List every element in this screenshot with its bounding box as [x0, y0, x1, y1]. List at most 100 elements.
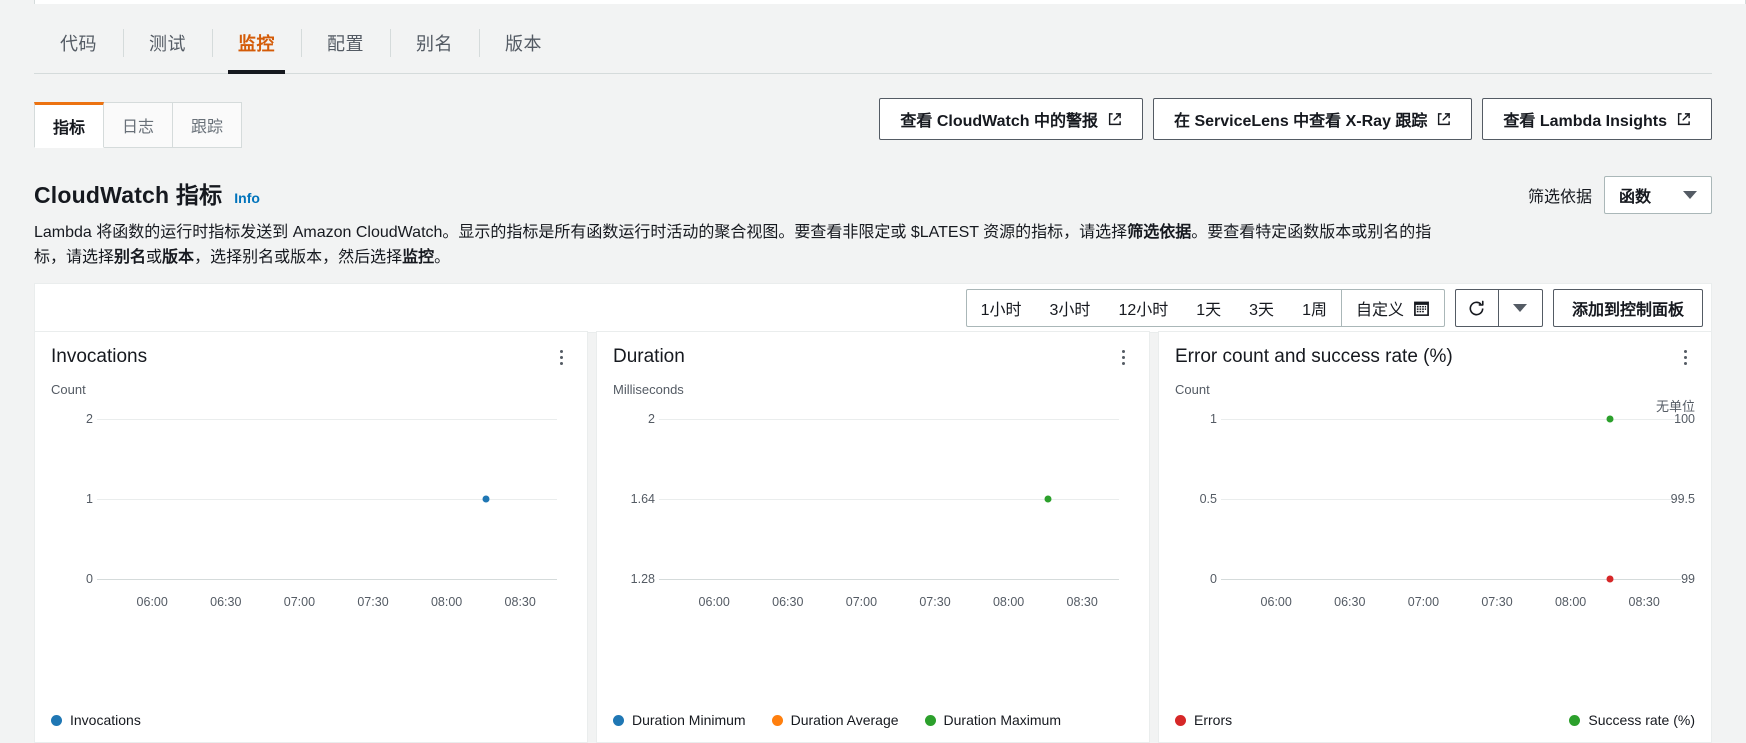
time-range-3[interactable]: 1天 — [1182, 290, 1235, 326]
refresh-button[interactable] — [1454, 289, 1499, 327]
external-link-icon — [1107, 112, 1122, 127]
custom-range-button[interactable]: 自定义 — [1340, 290, 1444, 326]
x-axis-tick-label: 08:30 — [1628, 595, 1660, 609]
tab-1[interactable]: 测试 — [123, 12, 212, 74]
x-axis-tick-label: 06:30 — [210, 595, 242, 609]
plot-area: 1 100 0.5 99.5 0 99 06:00 06:30 07:00 07:30 08:00 0… — [1175, 405, 1695, 609]
filter-label: 筛选依据 — [1527, 189, 1592, 206]
filter-control: 筛选依据 函数 — [1528, 176, 1712, 214]
tab-5[interactable]: 版本 — [479, 12, 568, 74]
tab-4[interactable]: 别名 — [390, 12, 479, 74]
tab-label: 版本 — [505, 34, 542, 54]
y-axis-right-tick-label: 100 — [1674, 412, 1695, 426]
description-part-1: 筛选依据 — [1127, 224, 1192, 241]
x-axis-labels: 06:00 06:30 07:00 07:30 08:00 08:30 — [1221, 595, 1681, 615]
gridline — [97, 419, 557, 420]
external-link-icon — [1436, 112, 1451, 127]
sub-tab-1[interactable]: 日志 — [104, 102, 174, 148]
x-axis-tick-label: 06:00 — [698, 595, 730, 609]
legend-label: Duration Maximum — [943, 712, 1062, 728]
metric-card-title: Error count and success rate (%) — [1175, 346, 1453, 367]
plot-area: 2 1.64 1.28 06:00 06:30 07:00 07:30 08:00 08:30 — [613, 405, 1133, 609]
chevron-down-icon — [1513, 304, 1528, 312]
time-range-1[interactable]: 3小时 — [1036, 290, 1105, 326]
sub-tab-label: 指标 — [53, 120, 86, 137]
description-part-8: 。 — [434, 248, 451, 266]
legend-item[interactable]: Invocations — [51, 712, 141, 728]
x-axis-tick-label: 06:30 — [1334, 595, 1366, 609]
x-axis-tick-label: 07:00 — [1407, 595, 1440, 609]
legend-color-swatch — [924, 714, 936, 726]
legend-item[interactable]: Duration Minimum — [613, 712, 746, 728]
y-axis-tick-label: 1 — [1210, 412, 1217, 426]
x-axis-tick-label: 06:00 — [136, 595, 168, 609]
refresh-options-button[interactable] — [1498, 289, 1543, 327]
time-range-5[interactable]: 1周 — [1288, 290, 1341, 326]
sub-tab-0[interactable]: 指标 — [34, 102, 105, 148]
x-axis-tick-label: 08:30 — [1066, 595, 1098, 609]
sub-tab-label: 跟踪 — [191, 119, 224, 136]
chart-legend: Duration Minimum Duration Average Duration… — [613, 712, 1133, 728]
chart-legend: Invocations — [51, 712, 571, 728]
header-action-label: 查看 CloudWatch 中的警报 — [900, 113, 1098, 130]
sub-tab-label: 日志 — [122, 119, 155, 136]
y-axis-unit-label: Count — [51, 382, 86, 397]
more-options-icon[interactable] — [551, 346, 571, 368]
metric-card-1: Duration Milliseconds 2 1.64 1.28 06:00 06:30 0… — [596, 331, 1150, 743]
description-part-6: ，选择别名或版本，然后选择 — [194, 248, 403, 266]
metric-card-0: Invocations Count 2 1 0 06:00 06:30 07:00 07:30 0… — [34, 331, 588, 743]
more-options-icon[interactable] — [1675, 346, 1695, 368]
metric-card-title: Invocations — [51, 346, 148, 367]
data-point — [482, 495, 490, 503]
y-axis-right-tick-label: 99.5 — [1670, 492, 1695, 506]
add-to-dashboard-button[interactable]: 添加到控制面板 — [1552, 289, 1703, 327]
time-range-4[interactable]: 3天 — [1235, 290, 1288, 326]
info-link[interactable]: Info — [234, 190, 260, 206]
y-axis-tick-label: 2 — [648, 412, 655, 426]
x-axis-tick-label: 07:30 — [1481, 595, 1513, 609]
tab-0[interactable]: 代码 — [34, 12, 123, 74]
time-range-2[interactable]: 12小时 — [1104, 290, 1182, 326]
section-header: CloudWatch 指标 Info — [34, 176, 1712, 210]
header-action-button-2[interactable]: 查看 Lambda Insights — [1482, 98, 1712, 140]
x-axis-tick-label: 08:00 — [430, 595, 463, 609]
legend-item[interactable]: Duration Maximum — [924, 712, 1062, 728]
top-strip — [0, 0, 1746, 12]
y-axis-tick-label: 1 — [86, 492, 93, 506]
tab-2[interactable]: 监控 — [212, 12, 301, 74]
metric-card-2: Error count and success rate (%) Count 无单位… — [1158, 331, 1712, 743]
y-axis-tick-label: 0.5 — [1199, 492, 1217, 506]
legend-item[interactable]: Duration Average — [771, 712, 899, 728]
y-axis-right-tick-label: 99 — [1681, 572, 1695, 586]
tab-label: 测试 — [149, 34, 186, 54]
legend-item[interactable]: Errors — [1175, 712, 1232, 728]
page-title: CloudWatch 指标 — [34, 182, 223, 208]
header-action-button-1[interactable]: 在 ServiceLens 中查看 X-Ray 跟踪 — [1153, 98, 1473, 140]
external-link-icon — [1676, 112, 1691, 127]
filter-select[interactable]: 函数 — [1604, 176, 1712, 214]
y-axis-tick-label: 1.28 — [630, 572, 655, 586]
legend-label: Success rate (%) — [1588, 712, 1695, 728]
legend-item[interactable]: Success rate (%) — [1569, 712, 1695, 728]
header-action-button-0[interactable]: 查看 CloudWatch 中的警报 — [879, 98, 1143, 140]
metric-card-header: Duration — [613, 346, 1133, 368]
legend-color-swatch — [51, 714, 62, 726]
description-part-0: Lambda 将函数的运行时指标发送到 Amazon CloudWatch。显示… — [34, 224, 1128, 241]
y-axis-tick-label: 1.64 — [630, 492, 655, 506]
y-axis-unit-label: Milliseconds — [613, 382, 684, 397]
y-axis-tick-label: 2 — [86, 412, 93, 426]
time-range-0[interactable]: 1小时 — [967, 290, 1036, 326]
description-part-3: 别名 — [114, 248, 147, 266]
gridline — [1221, 499, 1681, 500]
legend-label: Invocations — [70, 712, 141, 728]
more-options-icon[interactable] — [1113, 346, 1133, 368]
metrics-chart-grid: Invocations Count 2 1 0 06:00 06:30 07:00 07:30 0… — [34, 331, 1712, 743]
description-part-5: 版本 — [162, 248, 195, 266]
y-axis-unit-label: Count — [1175, 382, 1210, 397]
x-axis-tick-label: 06:00 — [1260, 595, 1292, 609]
tab-label: 监控 — [238, 34, 275, 54]
custom-range-label: 自定义 — [1355, 302, 1404, 319]
x-axis-tick-label: 07:30 — [357, 595, 389, 609]
sub-tab-2[interactable]: 跟踪 — [173, 102, 243, 148]
tab-3[interactable]: 配置 — [301, 12, 390, 74]
